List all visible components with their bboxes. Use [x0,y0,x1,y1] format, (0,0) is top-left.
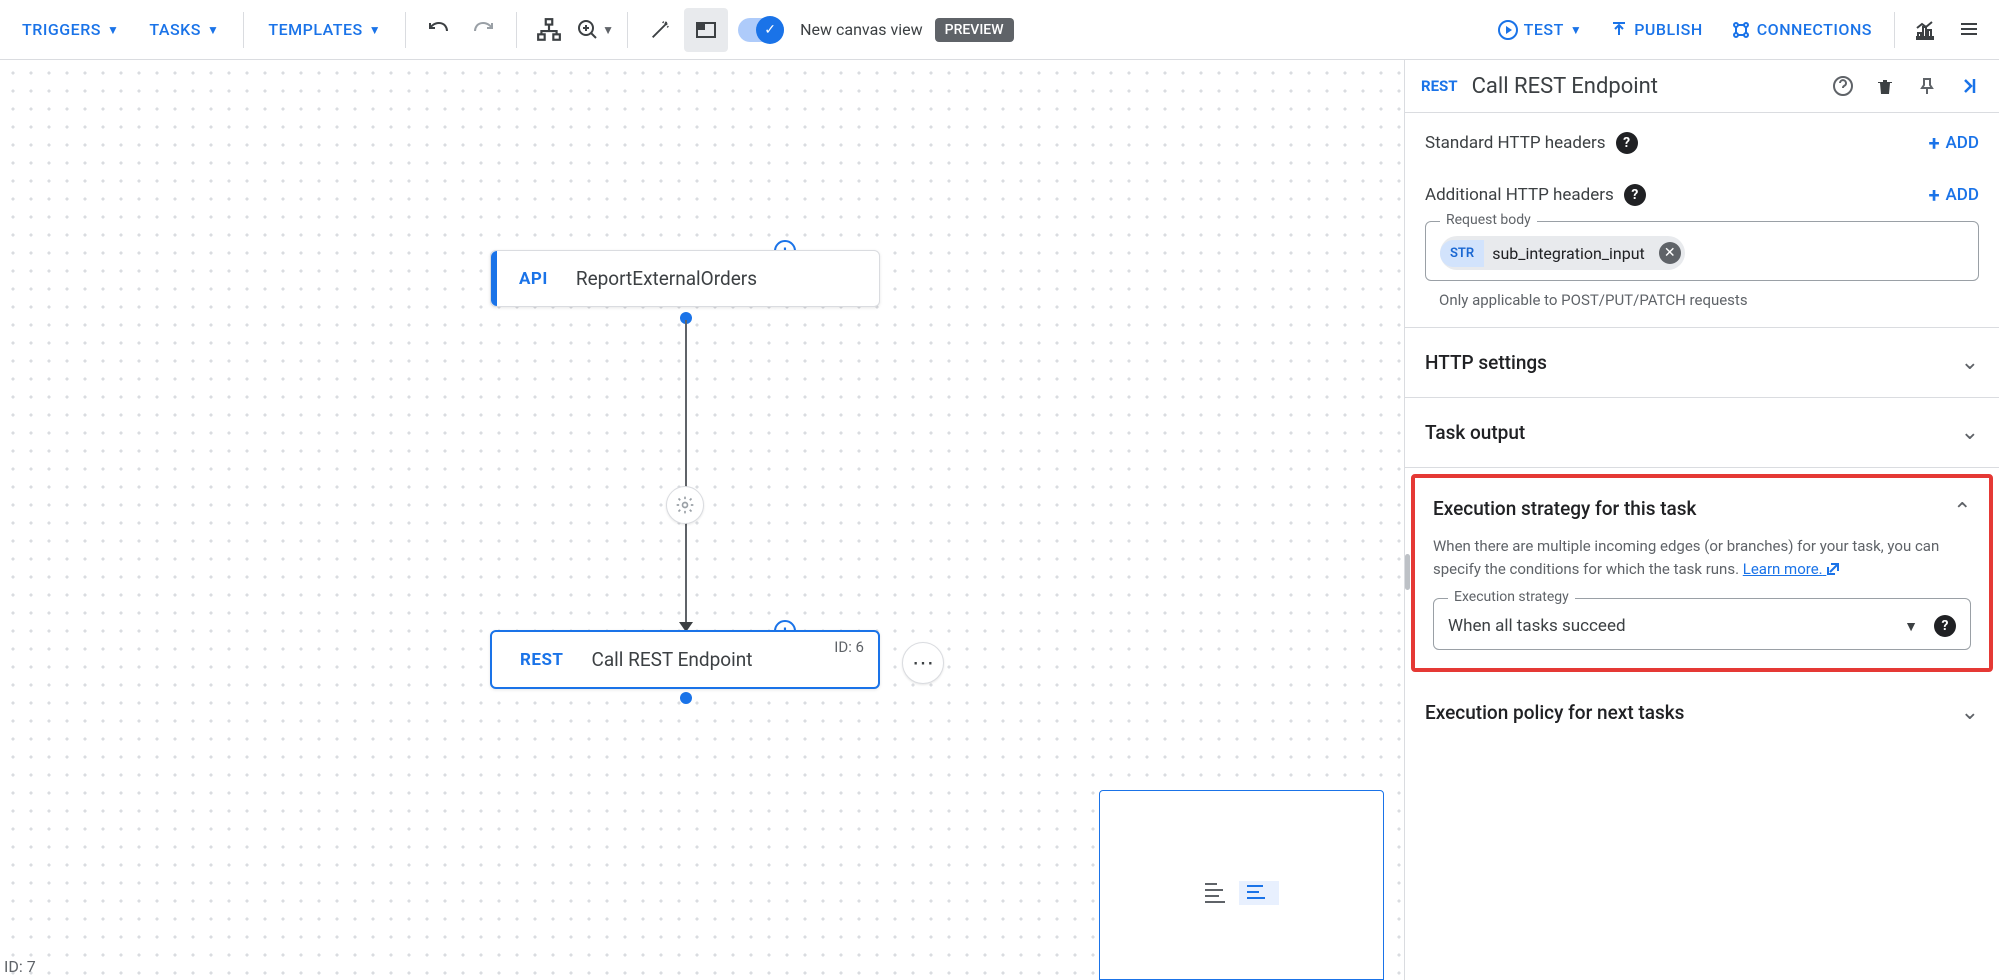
canvas-view-label: New canvas view [800,20,923,39]
rest-badge: REST [520,650,563,670]
test-button[interactable]: TEST▼ [1484,12,1597,48]
chart-icon[interactable] [1903,8,1947,52]
task-output-section[interactable]: Task output ⌄ [1405,398,1999,468]
collapse-panel-icon[interactable] [1955,72,1983,100]
connections-button[interactable]: CONNECTIONS [1717,12,1886,48]
headers-section: Standard HTTP headers? +ADD Additional H… [1405,113,1999,328]
pin-icon[interactable] [1913,72,1941,100]
dropdown-arrow-icon: ▼ [1904,618,1918,635]
std-headers-label: Standard HTTP headers? [1425,132,1638,154]
wand-icon[interactable] [638,8,682,52]
main: + API ReportExternalOrders + REST Call R… [0,60,1999,980]
execution-strategy-section: Execution strategy for this task ⌄ When … [1411,474,1993,672]
undo-icon[interactable] [416,8,460,52]
task-title: Call REST Endpoint [591,648,752,671]
panel-header: REST Call REST Endpoint [1405,60,1999,113]
templates-menu[interactable]: TEMPLATES▼ [254,12,395,47]
remove-chip-icon[interactable]: ✕ [1659,242,1681,264]
menu-icon[interactable] [1947,8,1991,52]
select-value: When all tasks succeed [1448,616,1904,636]
chevron-down-icon: ⌄ [1961,350,1979,375]
external-link-icon [1826,562,1840,576]
task-node-selected[interactable]: REST Call REST Endpoint ID: 6 [490,630,880,689]
chevron-down-icon: ▼ [207,23,219,37]
trigger-node[interactable]: API ReportExternalOrders [490,250,880,307]
exec-strategy-select[interactable]: Execution strategy When all tasks succee… [1433,598,1971,650]
help-tooltip-icon[interactable]: ? [1934,615,1956,637]
separator [405,12,406,48]
chevron-down-icon: ▼ [107,23,119,37]
request-body-chip[interactable]: STR sub_integration_input ✕ [1440,236,1685,270]
panel-title: Call REST Endpoint [1472,74,1815,99]
connections-icon [1731,20,1751,40]
chevron-down-icon: ⌄ [1961,700,1979,725]
rest-badge: REST [1421,77,1458,95]
gear-icon [675,495,695,515]
output-port[interactable] [680,692,692,704]
chevron-down-icon: ▼ [1570,23,1582,37]
canvas[interactable]: + API ReportExternalOrders + REST Call R… [0,60,1404,980]
minimap-glyph [1205,881,1229,905]
separator [1894,12,1895,48]
resize-handle[interactable] [1405,554,1410,590]
toolbar: TRIGGERS▼ TASKS▼ TEMPLATES▼ ▼ ✓ New canv… [0,0,1999,60]
details-panel: REST Call REST Endpoint Standard HTTP he… [1404,60,1999,980]
trigger-title: ReportExternalOrders [576,267,757,290]
panel-toggle-icon[interactable] [684,8,728,52]
api-badge: API [519,269,548,289]
minimap-node [1239,881,1279,905]
separator [243,12,244,48]
learn-more-link[interactable]: Learn more. [1743,560,1841,578]
chevron-down-icon: ▼ [369,23,381,37]
layout-icon[interactable] [527,8,571,52]
connection-line [685,320,687,632]
delete-icon[interactable] [1871,72,1899,100]
request-body-field[interactable]: Request body STR sub_integration_input ✕ [1425,221,1979,281]
chevron-down-icon: ⌄ [1961,420,1979,445]
chevron-up-icon: ⌄ [1953,496,1971,521]
edge-settings-button[interactable] [666,486,704,524]
task-more-button[interactable]: ⋯ [902,642,944,684]
triggers-menu[interactable]: TRIGGERS▼ [8,12,133,47]
add-addl-header-button[interactable]: +ADD [1929,183,1979,207]
http-settings-section[interactable]: HTTP settings ⌄ [1405,328,1999,398]
add-std-header-button[interactable]: +ADD [1929,131,1979,155]
task-id: ID: 6 [834,638,864,656]
chevron-down-icon: ▼ [602,23,614,37]
publish-button[interactable]: PUBLISH [1596,12,1717,47]
exec-strategy-header[interactable]: Execution strategy for this task ⌄ [1433,496,1971,521]
upload-icon [1610,21,1628,39]
chip-type-badge: STR [1440,240,1484,267]
node-accent-bar [491,251,497,306]
exec-strategy-desc: When there are multiple incoming edges (… [1433,535,1971,580]
check-icon: ✓ [756,16,784,44]
redo-icon[interactable] [462,8,506,52]
help-icon[interactable] [1829,72,1857,100]
preview-badge: PREVIEW [935,18,1014,42]
chip-value: sub_integration_input [1492,244,1645,263]
tasks-menu[interactable]: TASKS▼ [135,12,233,47]
zoom-icon[interactable]: ▼ [573,8,617,52]
help-tooltip-icon[interactable]: ? [1616,132,1638,154]
play-icon [1498,20,1518,40]
separator [516,12,517,48]
minimap[interactable] [1099,790,1384,980]
request-body-hint: Only applicable to POST/PUT/PATCH reques… [1425,291,1979,309]
addl-headers-label: Additional HTTP headers? [1425,184,1646,206]
execution-policy-section[interactable]: Execution policy for next tasks ⌄ [1405,678,1999,747]
request-body-legend: Request body [1440,212,1537,228]
canvas-view-toggle[interactable]: ✓ [738,18,784,42]
help-tooltip-icon[interactable]: ? [1624,184,1646,206]
canvas-corner-id: ID: 7 [4,957,36,976]
separator [627,12,628,48]
